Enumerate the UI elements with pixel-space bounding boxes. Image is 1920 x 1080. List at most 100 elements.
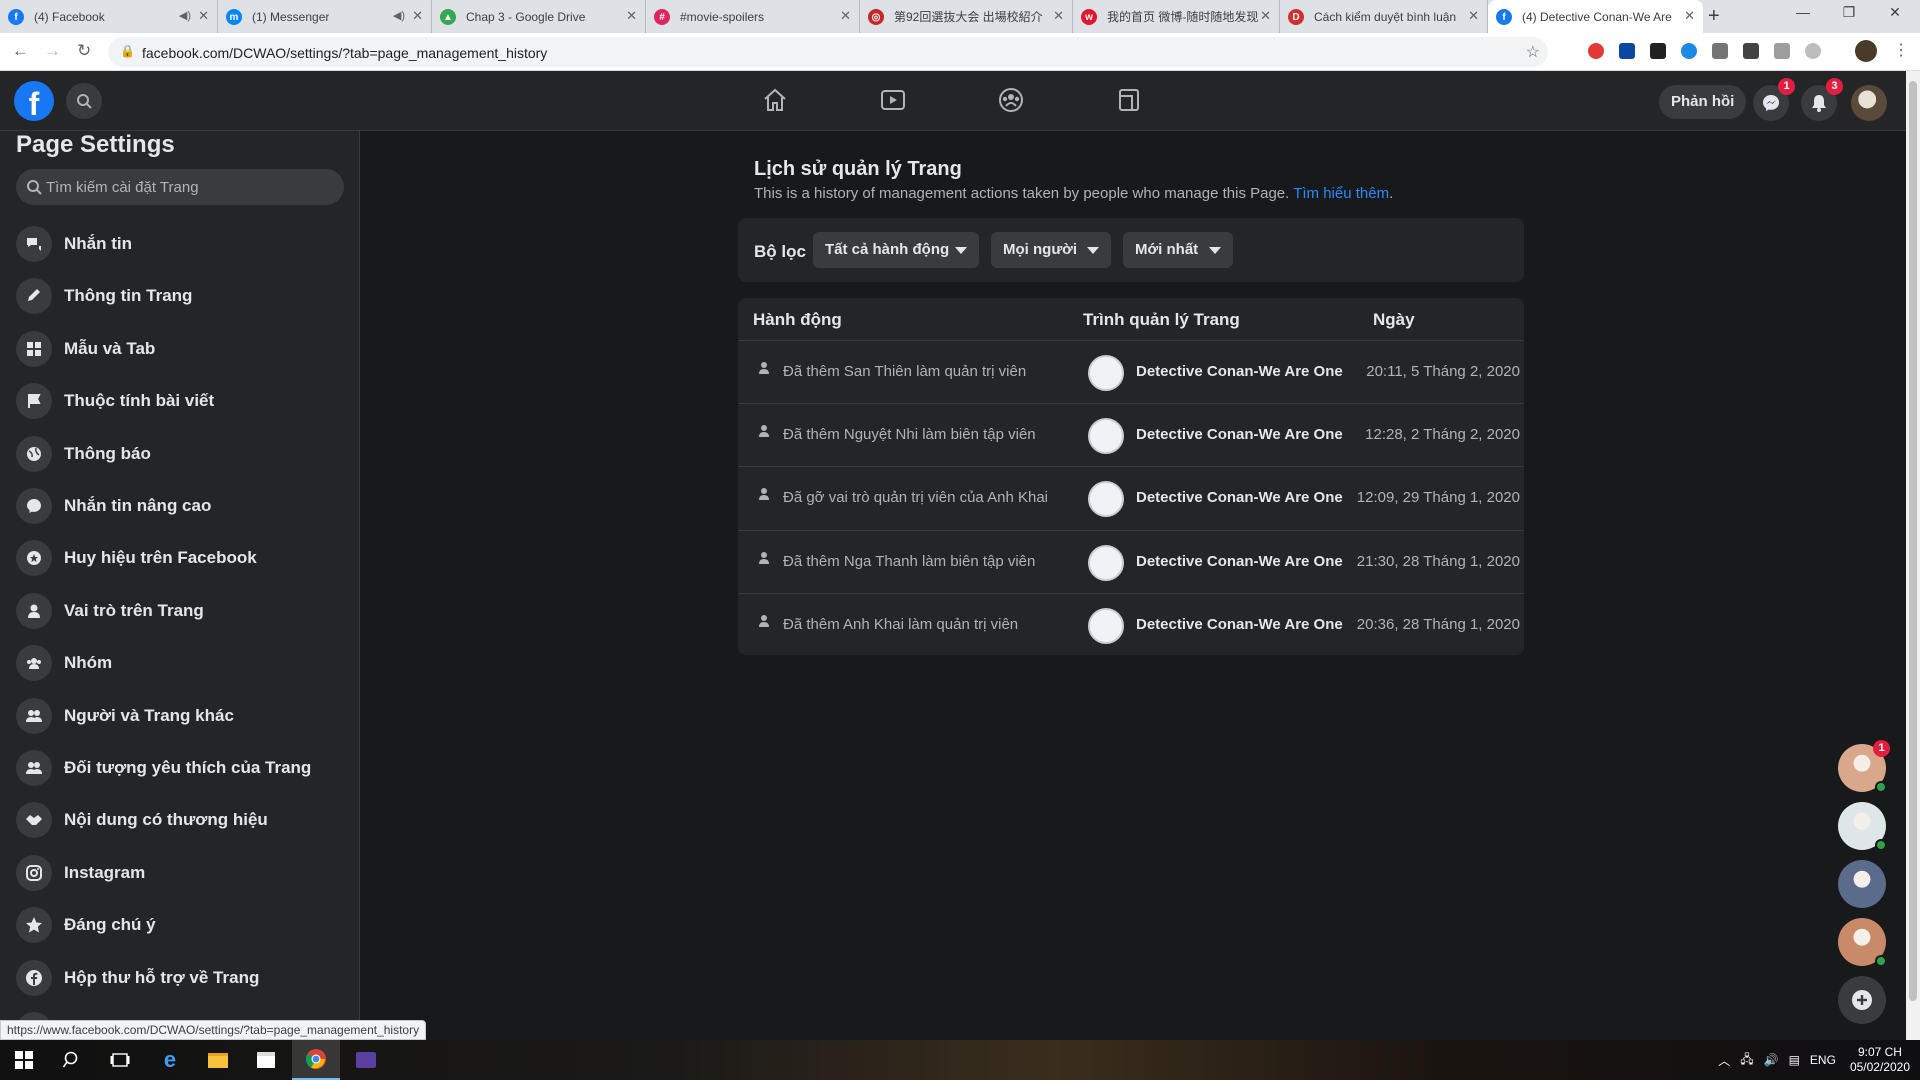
tab-audio-icon[interactable]: ◀) (393, 9, 405, 22)
sidebar-item[interactable]: Đối tượng yêu thích của Trang (8, 744, 352, 792)
notifications-button[interactable]: 3 (1801, 78, 1843, 121)
search-icon[interactable] (48, 1040, 96, 1080)
groups-icon[interactable] (996, 85, 1026, 115)
sidebar-item[interactable]: Hộp thư hỗ trợ về Trang (8, 954, 352, 1002)
extension-icon[interactable] (1619, 43, 1635, 59)
extension-icon[interactable] (1650, 43, 1666, 59)
browser-tab[interactable]: f (4) Facebook ◀) ✕ (0, 0, 218, 33)
manager-avatar[interactable] (1088, 607, 1124, 644)
extension-icon[interactable] (1774, 43, 1790, 59)
sidebar-item[interactable]: Người và Trang khác (8, 692, 352, 740)
store-icon[interactable] (242, 1040, 290, 1080)
browser-tab[interactable]: f (4) Detective Conan-We Are ✕ (1488, 0, 1703, 33)
action-filter-dropdown[interactable]: Tất cả hành động (813, 232, 979, 268)
tab-close-icon[interactable]: ✕ (1684, 8, 1695, 24)
sidebar-item[interactable]: Huy hiệu trên Facebook (8, 534, 352, 582)
tab-close-icon[interactable]: ✕ (626, 8, 637, 24)
chrome-profile-avatar[interactable] (1855, 40, 1877, 62)
browser-tab[interactable]: m (1) Messenger ◀) ✕ (218, 0, 432, 33)
manager-avatar[interactable] (1088, 481, 1124, 518)
tab-close-icon[interactable]: ✕ (198, 8, 209, 24)
people-filter-dropdown[interactable]: Mọi người (991, 232, 1111, 268)
keyboard-icon[interactable]: ▤ (1789, 1053, 1800, 1067)
home-icon[interactable] (760, 85, 790, 115)
volume-icon[interactable]: 🔊 (1764, 1053, 1779, 1067)
search-icon[interactable] (66, 83, 102, 119)
language-indicator[interactable]: ENG (1810, 1053, 1836, 1067)
sidebar-item[interactable]: Thông báo (8, 430, 352, 478)
new-tab-button[interactable]: + (1708, 5, 1720, 28)
messenger-button[interactable]: 1 (1753, 78, 1795, 121)
watch-icon[interactable] (878, 85, 908, 115)
contact-chat-head[interactable] (1838, 918, 1887, 967)
manager-avatar[interactable] (1088, 418, 1124, 455)
sidebar-item[interactable]: Nhắn tin nâng cao (8, 482, 352, 530)
contact-chat-head[interactable] (1838, 802, 1887, 851)
manager-cell[interactable]: Detective Conan-We Are One (1136, 426, 1343, 443)
sidebar-item[interactable]: Nội dung có thương hiệu (8, 796, 352, 844)
url-text[interactable]: facebook.com/DCWAO/settings/?tab=page_ma… (142, 45, 547, 61)
settings-search[interactable] (16, 169, 344, 205)
task-view-icon[interactable] (96, 1040, 144, 1080)
sidebar-item[interactable]: Instagram (8, 849, 352, 897)
feedback-button[interactable]: Phản hồi (1659, 85, 1747, 119)
manager-avatar[interactable] (1088, 544, 1124, 581)
tab-audio-icon[interactable]: ◀) (179, 9, 191, 22)
manager-cell[interactable]: Detective Conan-We Are One (1136, 489, 1343, 506)
settings-search-input[interactable] (46, 169, 336, 205)
clock[interactable]: 9:07 CH 05/02/2020 (1850, 1045, 1910, 1075)
reload-icon[interactable]: ↻ (77, 41, 91, 61)
sidebar-item[interactable]: Mẫu và Tab (8, 325, 352, 373)
sidebar-item[interactable]: Thông tin Trang (8, 272, 352, 320)
windows-start-icon[interactable] (0, 1040, 48, 1080)
tab-close-icon[interactable]: ✕ (412, 8, 423, 24)
sidebar-item[interactable]: Nhóm (8, 639, 352, 687)
media-app-icon[interactable] (342, 1040, 390, 1080)
forward-icon[interactable]: → (44, 41, 61, 61)
contact-chat-head[interactable] (1838, 860, 1886, 908)
minimize-icon[interactable]: — (1780, 4, 1826, 20)
browser-tab[interactable]: D Cách kiểm duyệt bình luận ✕ (1280, 0, 1488, 33)
page-scrollbar[interactable] (1906, 71, 1920, 1040)
manager-cell[interactable]: Detective Conan-We Are One (1136, 616, 1343, 633)
tab-close-icon[interactable]: ✕ (1053, 8, 1064, 24)
edge-icon[interactable]: e (146, 1040, 194, 1080)
extension-icon[interactable] (1588, 43, 1604, 59)
extension-icon[interactable] (1805, 43, 1821, 59)
chrome-menu-icon[interactable]: ⋮ (1893, 40, 1909, 60)
sidebar-item[interactable]: Thuộc tính bài viết (8, 377, 352, 425)
chrome-taskbar-icon[interactable] (292, 1040, 340, 1080)
new-message-button[interactable] (1838, 976, 1886, 1024)
extension-icon[interactable] (1681, 43, 1697, 59)
bookmark-star-icon[interactable]: ☆ (1526, 42, 1540, 62)
browser-tab[interactable]: # #movie-spoilers ✕ (646, 0, 860, 33)
contact-chat-head[interactable]: 1 (1838, 740, 1890, 793)
learn-more-link[interactable]: Tìm hiểu thêm (1293, 185, 1389, 202)
account-avatar[interactable] (1851, 85, 1887, 121)
sidebar-item[interactable]: Đáng chú ý (8, 901, 352, 949)
manager-avatar[interactable] (1088, 355, 1124, 391)
sidebar-item[interactable]: Nhắn tin (8, 220, 352, 268)
extension-icon[interactable] (1743, 43, 1759, 59)
sort-filter-dropdown[interactable]: Mới nhất (1123, 232, 1233, 268)
close-window-icon[interactable]: ✕ (1872, 4, 1918, 21)
tab-close-icon[interactable]: ✕ (1260, 8, 1271, 24)
sidebar-item[interactable]: Vai trò trên Trang (8, 587, 352, 635)
tray-chevron-icon[interactable]: ︿ (1718, 1052, 1730, 1069)
facebook-logo-icon[interactable]: f (14, 81, 54, 122)
restore-icon[interactable]: ❐ (1826, 4, 1872, 21)
browser-tab[interactable]: w 我的首页 微博-随时随地发现 ✕ (1073, 0, 1280, 33)
tab-close-icon[interactable]: ✕ (840, 8, 851, 24)
file-explorer-icon[interactable] (194, 1040, 242, 1080)
address-bar[interactable]: 🔒 facebook.com/DCWAO/settings/?tab=page_… (108, 37, 1548, 67)
back-icon[interactable]: ← (12, 41, 29, 61)
scroll-thumb[interactable] (1909, 81, 1917, 1001)
browser-tab[interactable]: ▲ Chap 3 - Google Drive ✕ (432, 0, 646, 33)
extension-icon[interactable] (1712, 43, 1728, 59)
browser-tab[interactable]: ◎ 第92回選抜大会 出場校紹介 ✕ (860, 0, 1073, 33)
tab-close-icon[interactable]: ✕ (1468, 8, 1479, 24)
network-icon[interactable]: 🖧 (1740, 1050, 1753, 1071)
gaming-icon[interactable] (1114, 85, 1144, 115)
manager-cell[interactable]: Detective Conan-We Are One (1136, 363, 1343, 380)
manager-cell[interactable]: Detective Conan-We Are One (1136, 553, 1343, 570)
